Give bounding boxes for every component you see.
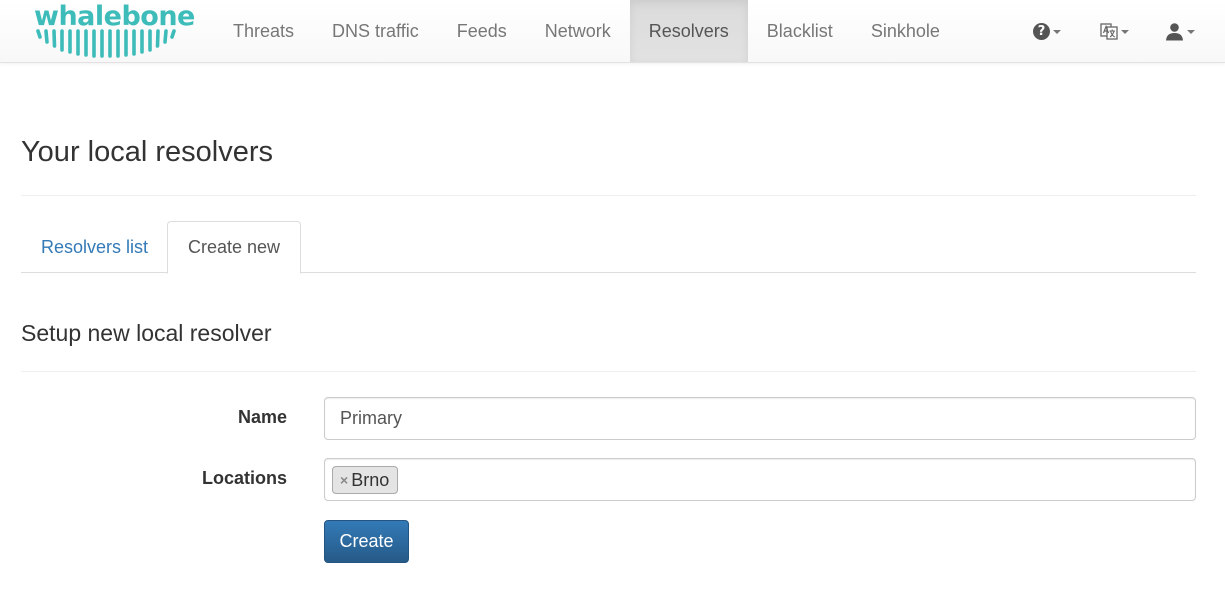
tag-remove-icon[interactable]: × <box>340 472 348 488</box>
user-dropdown[interactable] <box>1165 0 1195 62</box>
nav-threats-label: Threats <box>233 20 295 41</box>
nav-resolvers[interactable]: Resolvers <box>629 0 748 62</box>
nav-feeds-label: Feeds <box>456 20 507 41</box>
nav-dns-traffic[interactable]: DNS traffic <box>313 0 438 62</box>
nav-sinkhole-label: Sinkhole <box>870 20 940 41</box>
section-title: Setup new local resolver <box>21 320 272 346</box>
page-title: Your local resolvers <box>21 136 273 168</box>
create-button[interactable]: Create <box>324 520 409 563</box>
nav-network[interactable]: Network <box>526 0 630 62</box>
location-tag-label: Brno <box>351 469 390 490</box>
nav-resolvers-label: Resolvers <box>648 20 729 41</box>
locations-label: Locations <box>201 468 287 488</box>
header-divider <box>21 195 1196 196</box>
nav-feeds[interactable]: Feeds <box>438 0 526 62</box>
question-circle-icon: ? <box>1033 22 1050 40</box>
locations-field[interactable]: × Brno <box>324 458 1196 501</box>
name-label: Name <box>237 407 287 427</box>
nav-blacklist-label: Blacklist <box>766 20 833 41</box>
nav-network-label: Network <box>544 20 611 41</box>
nav-threats[interactable]: Threats <box>214 0 313 62</box>
logo-waves-icon <box>36 29 176 58</box>
user-icon <box>1166 22 1183 40</box>
whalebone-logo[interactable]: whalebone <box>34 2 195 60</box>
caret-down-icon <box>1121 30 1129 34</box>
language-dropdown[interactable] <box>1100 0 1129 62</box>
tab-resolvers-list[interactable]: Resolvers list <box>21 221 168 273</box>
nav-dns-traffic-label: DNS traffic <box>332 20 419 41</box>
resolver-tabs: Resolvers list Create new <box>21 221 1196 274</box>
help-dropdown[interactable]: ? <box>1033 0 1061 62</box>
location-tag: × Brno <box>332 466 399 494</box>
caret-down-icon <box>1187 30 1195 34</box>
tab-create-new[interactable]: Create new <box>167 221 302 274</box>
nav-sinkhole[interactable]: Sinkhole <box>852 0 959 62</box>
section-divider <box>21 371 1196 372</box>
top-navbar: whalebone Threats DNS traffic Feeds Netw… <box>0 0 1225 63</box>
tab-create-new-label: Create new <box>188 237 281 257</box>
nav-blacklist[interactable]: Blacklist <box>748 0 852 62</box>
caret-down-icon <box>1053 30 1061 34</box>
tab-resolvers-list-label: Resolvers list <box>41 236 149 257</box>
language-icon <box>1100 23 1118 40</box>
name-field[interactable] <box>324 397 1196 440</box>
main-nav: Threats DNS traffic Feeds Network Resolv… <box>214 0 959 62</box>
